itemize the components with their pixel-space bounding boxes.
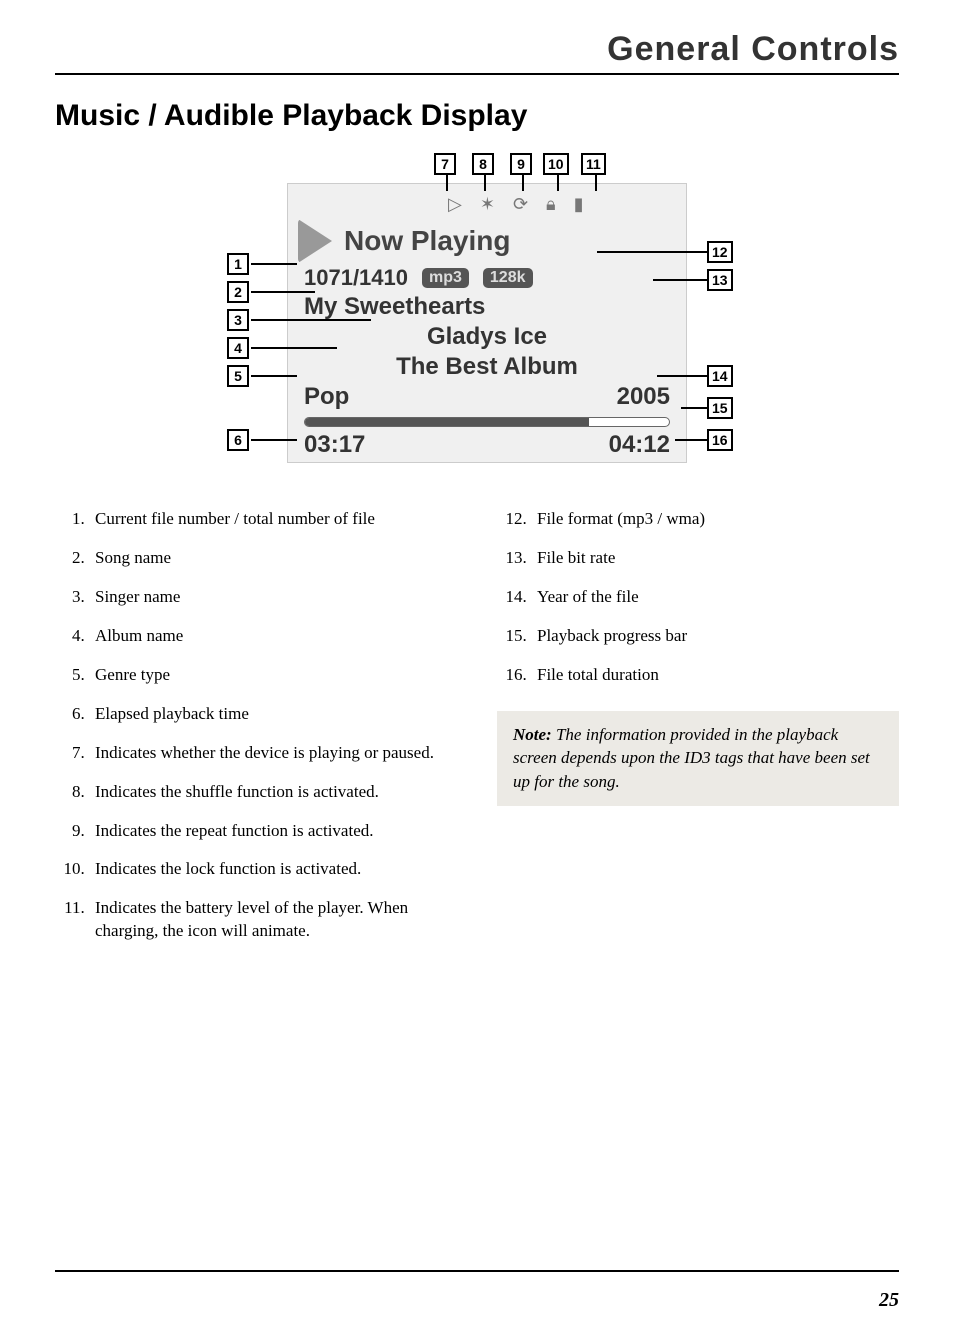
year-value: 2005 [617,383,670,411]
leader-11 [595,173,597,191]
callout-12: 12 [707,241,733,263]
lock-icon: 🔒︎ [546,194,556,215]
bitrate-pill: 128k [483,268,533,288]
leader-8 [484,173,486,191]
legend-item-6: Elapsed playback time [89,703,457,726]
leader-9 [522,173,524,191]
legend-item-8: Indicates the shuffle function is activa… [89,781,457,804]
legend-item-15: Playback progress bar [531,625,899,648]
callout-6: 6 [227,429,249,451]
page-number: 25 [879,1289,899,1312]
footer-rule [55,1270,899,1272]
callout-3: 3 [227,309,249,331]
leader-4 [251,347,337,349]
progress-bar [304,417,670,427]
legend-item-11: Indicates the battery level of the playe… [89,897,457,943]
legend-item-12: File format (mp3 / wma) [531,508,899,531]
callout-7: 7 [434,153,456,175]
note-box: Note: The information provided in the pl… [497,711,899,806]
leader-10 [557,173,559,191]
callout-16: 16 [707,429,733,451]
total-duration: 04:12 [609,431,670,459]
leader-14 [657,375,707,377]
now-playing-label: Now Playing [344,225,510,257]
playback-screen: ▷ ✶ ⟳ 🔒︎ ▮ Now Playing 1071/1410 mp3 128… [287,183,687,463]
file-counter: 1071/1410 [304,265,408,291]
note-label: Note: [513,725,552,744]
legend-item-10: Indicates the lock function is activated… [89,858,457,881]
legend-item-2: Song name [89,547,457,570]
play-triangle-icon [298,219,332,263]
shuffle-icon: ✶ [480,194,495,215]
callout-9: 9 [510,153,532,175]
leader-12 [597,251,707,253]
section-title: Music / Audible Playback Display [55,99,899,133]
legend-item-9: Indicates the repeat function is activat… [89,820,457,843]
legend-item-3: Singer name [89,586,457,609]
callout-8: 8 [472,153,494,175]
callout-4: 4 [227,337,249,359]
format-pill: mp3 [422,268,469,288]
elapsed-time: 03:17 [304,431,365,459]
callout-15: 15 [707,397,733,419]
battery-icon: ▮ [574,194,584,215]
playback-diagram: ▷ ✶ ⟳ 🔒︎ ▮ Now Playing 1071/1410 mp3 128… [197,153,757,473]
leader-16 [675,439,707,441]
album-name: The Best Album [298,353,676,381]
leader-6 [251,439,297,441]
legend-item-7: Indicates whether the device is playing … [89,742,457,765]
note-text: The information provided in the playback… [513,725,870,792]
legend-item-4: Album name [89,625,457,648]
callout-1: 1 [227,253,249,275]
callout-5: 5 [227,365,249,387]
leader-13 [653,279,707,281]
header-title: General Controls [55,30,899,69]
genre-type: Pop [304,383,349,411]
callout-13: 13 [707,269,733,291]
singer-name: Gladys Ice [298,323,676,351]
legend-item-14: Year of the file [531,586,899,609]
leader-15 [681,407,707,409]
leader-1 [251,263,297,265]
legend-item-13: File bit rate [531,547,899,570]
callout-14: 14 [707,365,733,387]
legend-item-16: File total duration [531,664,899,687]
song-name: My Sweethearts [304,293,676,321]
leader-5 [251,375,297,377]
leader-3 [251,319,371,321]
legend-right: File format (mp3 / wma) File bit rate Ye… [497,508,899,687]
repeat-icon: ⟳ [513,194,528,215]
legend-item-1: Current file number / total number of fi… [89,508,457,531]
callout-2: 2 [227,281,249,303]
progress-fill [305,418,589,426]
leader-2 [251,291,315,293]
legend-left: Current file number / total number of fi… [55,508,457,943]
callout-11: 11 [581,153,606,175]
legend-item-5: Genre type [89,664,457,687]
play-pause-icon: ▷ [448,194,462,215]
header-rule [55,73,899,75]
callout-10: 10 [543,153,569,175]
leader-7 [446,173,448,191]
